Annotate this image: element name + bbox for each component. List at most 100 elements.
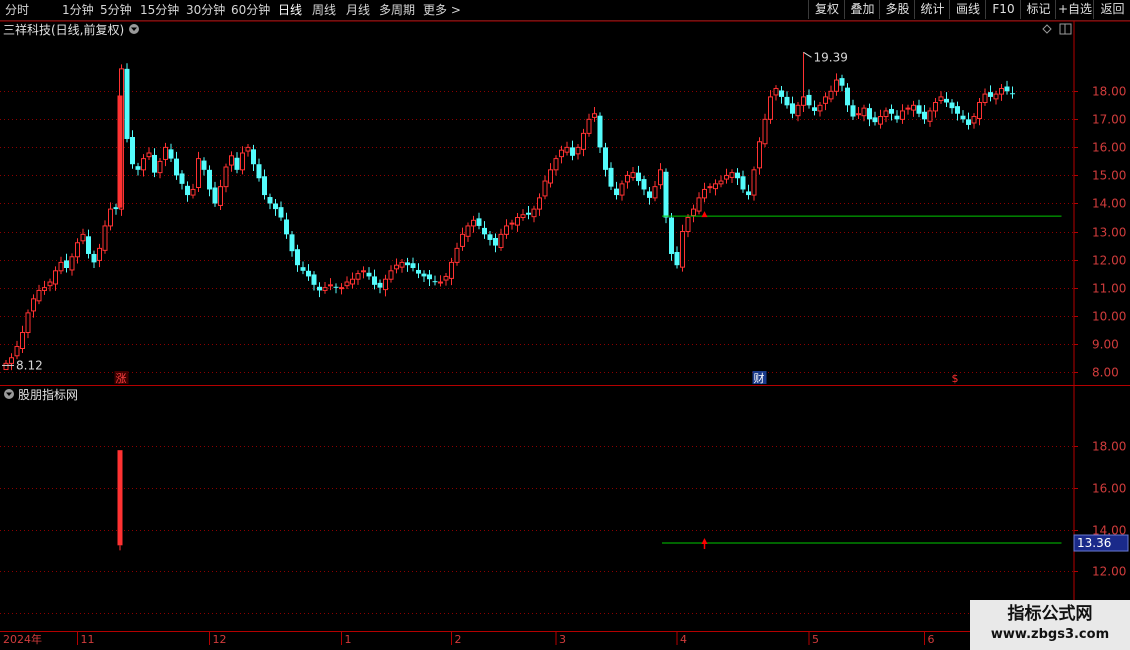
candle-body [746, 191, 751, 196]
candle-body [724, 174, 729, 180]
candle-body [905, 107, 911, 110]
candle-body [564, 146, 570, 153]
candle-body [927, 110, 933, 122]
candle-body [130, 137, 135, 165]
y-tick-label: 9.00 [1092, 338, 1119, 352]
candle-body [405, 262, 410, 266]
candle-body [97, 247, 102, 261]
candle-body [856, 113, 861, 116]
candle-body [361, 270, 366, 273]
candle-body [949, 102, 955, 109]
y-tick-label: 18.00 [1092, 85, 1126, 99]
candle-body [201, 160, 207, 170]
candle-body [768, 96, 773, 120]
candle-body [377, 282, 383, 288]
high-label: 19.39 [814, 50, 848, 64]
y-tick-label: 15.00 [1092, 169, 1126, 183]
candle-body [713, 183, 718, 190]
candle-body [982, 93, 988, 104]
candle-body [234, 157, 240, 170]
candle-body [124, 68, 130, 139]
candle-body [531, 208, 537, 218]
candle-body [933, 102, 938, 112]
candle-body [867, 108, 872, 120]
candle-body [229, 155, 234, 166]
candle-body [383, 278, 388, 291]
candle-body [685, 217, 691, 233]
candle-body [152, 154, 157, 173]
y-tick-label: 16.00 [1092, 482, 1126, 496]
candle-body [410, 263, 416, 268]
candle-body [619, 183, 625, 196]
candle-body [460, 233, 465, 247]
candle-body [256, 164, 262, 179]
candle-body [861, 107, 867, 117]
candle-body [520, 214, 526, 219]
candle-body [801, 96, 806, 106]
candle-body [295, 249, 300, 266]
candle-body [482, 227, 487, 235]
candle-body [355, 273, 361, 280]
candle-body [504, 225, 509, 235]
candle-body [845, 87, 850, 106]
candle-body [977, 102, 982, 119]
candle-body [795, 104, 801, 117]
candle-body [834, 79, 839, 92]
candle-body [993, 93, 999, 100]
candle-body [1004, 86, 1010, 92]
diamond-icon [1042, 24, 1052, 34]
y-tick-label: 10.00 [1092, 310, 1126, 324]
candle-body [64, 260, 69, 268]
candle-body [262, 176, 267, 196]
candle-body [251, 149, 256, 165]
y-tick-label: 13.00 [1092, 226, 1126, 240]
candle-body [102, 225, 108, 251]
candle-body [773, 87, 779, 96]
main-panel-title: 三祥科技(日线,前复权) [3, 22, 124, 37]
event-marker-label: $ [952, 372, 959, 385]
candle-body [1010, 93, 1015, 95]
watermark-title: 指标公式网 [1007, 604, 1093, 624]
candle-body [163, 146, 168, 160]
candle-body [174, 158, 179, 176]
candle-body [790, 103, 795, 114]
candle-body [339, 287, 344, 290]
candle-body [366, 272, 372, 277]
candle-body [515, 217, 520, 226]
candle-body [674, 252, 680, 266]
candle-body [9, 357, 14, 364]
candle-body [922, 111, 927, 120]
candle-body [487, 234, 493, 240]
signal-arrow-icon [701, 211, 708, 218]
candle-body [333, 286, 339, 288]
candle-body [537, 197, 542, 210]
candle-body [812, 107, 817, 111]
candle-body [427, 274, 432, 280]
candle-body [900, 110, 905, 120]
candle-body [146, 152, 152, 158]
candle-body [696, 197, 702, 212]
candle-body [570, 147, 575, 156]
y-tick-label: 16.00 [1092, 141, 1126, 155]
candle-body [328, 284, 333, 287]
candle-body [883, 110, 889, 118]
candle-body [372, 276, 377, 285]
candle-body [75, 242, 80, 258]
candle-body [526, 212, 531, 215]
x-tick-label: 12 [213, 633, 227, 646]
candle-body [608, 167, 614, 187]
candle-body [91, 253, 97, 263]
candle-body [300, 267, 306, 271]
candle-body [449, 261, 454, 279]
x-tick-label: 4 [680, 633, 687, 646]
watermark: 指标公式网 www.zbgs3.com [970, 600, 1130, 650]
candle-body [278, 207, 284, 218]
candle-body [498, 233, 504, 249]
candle-body [586, 118, 592, 134]
y-tick-label: 12.00 [1092, 254, 1126, 268]
candle-body [691, 208, 696, 217]
candle-body [47, 281, 53, 287]
candle-body [465, 225, 471, 237]
candle-body [630, 172, 636, 178]
candle-body [306, 270, 311, 277]
